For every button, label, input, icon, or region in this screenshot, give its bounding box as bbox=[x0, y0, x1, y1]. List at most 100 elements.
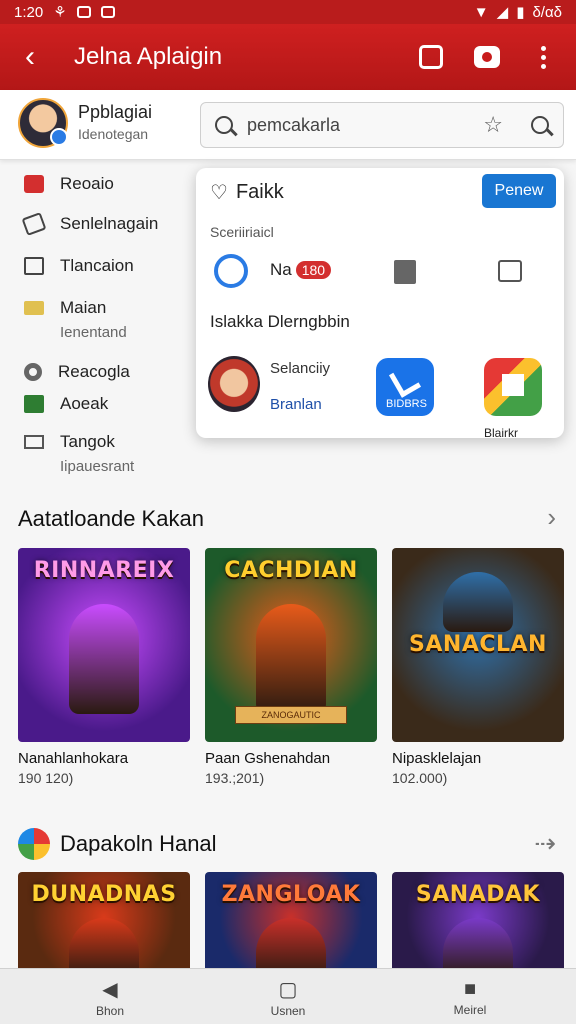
game-count: 193.;201) bbox=[205, 770, 265, 786]
app-tile-multicolor[interactable] bbox=[484, 358, 542, 416]
document-icon[interactable] bbox=[394, 260, 416, 284]
game-count: 190 120) bbox=[18, 770, 74, 786]
game-card[interactable]: RINNAREIX bbox=[18, 548, 190, 742]
nav-recent-button[interactable]: ■ Meirel bbox=[410, 969, 530, 1024]
game-name: Paan Gshenahdan bbox=[205, 750, 331, 767]
profile-subtitle: Idenotegan bbox=[78, 126, 149, 142]
ticket-icon bbox=[24, 301, 44, 315]
card-art-title: DUNADNAS bbox=[31, 882, 177, 907]
game-card[interactable]: SANADAK bbox=[392, 872, 564, 972]
profile-name: Ppblagiai bbox=[78, 102, 153, 122]
back-triangle-icon: ◀ bbox=[102, 978, 118, 1001]
home-square-icon: ▢ bbox=[278, 978, 298, 1001]
nav-back-button[interactable]: ◀ Bhon bbox=[50, 969, 170, 1024]
system-nav-bar: ◀ Bhon ▢ Usnen ■ Meirel bbox=[0, 968, 576, 1024]
card-art-subtitle: ZANOGAUTIC bbox=[235, 706, 347, 724]
popup-panel: ♡ Faikk Penew Sceriiriaicl Na 180 Islakk… bbox=[196, 168, 564, 438]
video-icon bbox=[474, 46, 500, 68]
back-arrow-icon[interactable]: ‹ bbox=[0, 40, 60, 74]
popup-header: ♡ Faikk bbox=[210, 180, 284, 205]
popup-badge-prefix: Na bbox=[270, 260, 292, 279]
nav-home-button[interactable]: ▢ Usnen bbox=[228, 969, 348, 1024]
user-avatar[interactable] bbox=[208, 356, 260, 412]
section-title: Aatatloande Kakan bbox=[18, 506, 204, 531]
share-icon bbox=[419, 45, 443, 69]
sidebar-subtext: Ienentand bbox=[60, 324, 127, 341]
game-name: Nanahlanhokara bbox=[18, 750, 129, 767]
game-card[interactable]: DUNADNAS bbox=[18, 872, 190, 972]
tag-icon bbox=[21, 212, 47, 236]
more-vert-icon bbox=[540, 45, 546, 69]
sidebar-item-label: Senlelnagain bbox=[60, 214, 159, 233]
sidebar-item-label: Tlancaion bbox=[60, 256, 134, 275]
sidebar-item-label: Aoeak bbox=[60, 394, 109, 413]
share-button[interactable] bbox=[416, 42, 446, 72]
sidebar-subtext: Iipauesrant bbox=[60, 458, 135, 475]
heart-icon: ♡ bbox=[210, 182, 228, 204]
nav-recent-label: Meirel bbox=[453, 1002, 487, 1017]
profile-header: Ppblagiai Idenotegan ☆ bbox=[0, 90, 576, 160]
nav-back-label: Bhon bbox=[95, 1003, 125, 1018]
game-name: Nipasklelajan bbox=[392, 750, 482, 767]
search-submit-icon[interactable] bbox=[531, 116, 549, 134]
search-bar[interactable]: ☆ bbox=[200, 102, 564, 148]
battery-text: δ/αδ bbox=[532, 3, 562, 21]
sidebar-item-label: Maian bbox=[60, 298, 107, 317]
verified-badge-icon bbox=[50, 128, 68, 146]
star-icon[interactable]: ☆ bbox=[483, 112, 503, 138]
game-card[interactable]: ZANGLOAK bbox=[205, 872, 377, 972]
popup-action-button[interactable]: Penew bbox=[482, 174, 556, 208]
game-card[interactable]: SANACLAN bbox=[392, 548, 564, 742]
cast-icon[interactable] bbox=[498, 260, 522, 282]
sidebar-item-6[interactable]: Tangok bbox=[0, 432, 190, 452]
circle-icon bbox=[24, 363, 42, 381]
sidebar-item-label: Tangok bbox=[60, 432, 115, 451]
sidebar-item-5[interactable]: Aoeak bbox=[0, 394, 190, 414]
message-icon bbox=[100, 6, 115, 18]
sidebar-item-3[interactable]: Maian bbox=[0, 298, 190, 318]
card-art-title: RINNAREIX bbox=[33, 558, 175, 583]
sidebar-item-2[interactable]: Tlancaion bbox=[0, 256, 190, 276]
card-art-title: ZANGLOAK bbox=[221, 882, 361, 907]
popup-title: Faikk bbox=[235, 181, 284, 203]
app-tile-blue[interactable]: BIDBRS bbox=[376, 358, 434, 416]
popup-badge-row: Na 180 bbox=[270, 260, 332, 280]
card-hero-art bbox=[69, 604, 139, 714]
card-art-title: SANADAK bbox=[415, 882, 541, 907]
card-hero-art bbox=[256, 604, 326, 714]
signal-icon: ◢ bbox=[496, 4, 509, 21]
target-icon[interactable] bbox=[214, 254, 248, 288]
sidebar-item-label: Reoaio bbox=[60, 174, 114, 193]
game-card[interactable]: CACHDIAN ZANOGAUTIC bbox=[205, 548, 377, 742]
chevron-right-icon[interactable]: › bbox=[547, 502, 556, 533]
recents-icon: ■ bbox=[463, 977, 477, 1000]
status-bar: 1:20 ⚘ ▼ ◢ ▮ δ/αδ bbox=[0, 0, 576, 24]
popup-caption: Islakka Dlerngbbin bbox=[210, 312, 350, 331]
arrow-right-icon[interactable]: ⇢ bbox=[534, 828, 556, 859]
tile-label: BIDBRS bbox=[386, 398, 427, 410]
tile-cut-label: Blairkr bbox=[484, 426, 519, 438]
section-logo-icon bbox=[18, 828, 50, 860]
popup-badge: 180 bbox=[295, 261, 332, 279]
page-title: Jelna Aplaigin bbox=[74, 43, 223, 70]
sync-icon: ⚘ bbox=[53, 4, 67, 21]
user-subtitle: Branlan bbox=[270, 396, 322, 413]
edit-icon bbox=[388, 364, 422, 398]
overflow-menu-button[interactable] bbox=[528, 42, 558, 72]
section-title: Dapakoln Hanal bbox=[60, 831, 217, 856]
bookmark-icon bbox=[24, 175, 44, 193]
card-art-title: SANACLAN bbox=[409, 632, 547, 657]
search-input[interactable] bbox=[247, 114, 467, 136]
check-icon bbox=[24, 395, 44, 413]
square-icon bbox=[502, 374, 524, 396]
sidebar-item-4[interactable]: Reacogla bbox=[0, 362, 190, 382]
sidebar-item-1[interactable]: Senlelnagain bbox=[0, 212, 190, 236]
list-icon bbox=[24, 435, 44, 449]
sidebar-item-label: Reacogla bbox=[58, 362, 130, 381]
bag-icon bbox=[24, 257, 44, 275]
nav-home-label: Usnen bbox=[270, 1003, 306, 1018]
search-icon bbox=[215, 116, 233, 134]
notification-icon bbox=[76, 6, 91, 18]
video-button[interactable] bbox=[472, 42, 502, 72]
sidebar-item-0[interactable]: Reoaio bbox=[0, 174, 190, 194]
